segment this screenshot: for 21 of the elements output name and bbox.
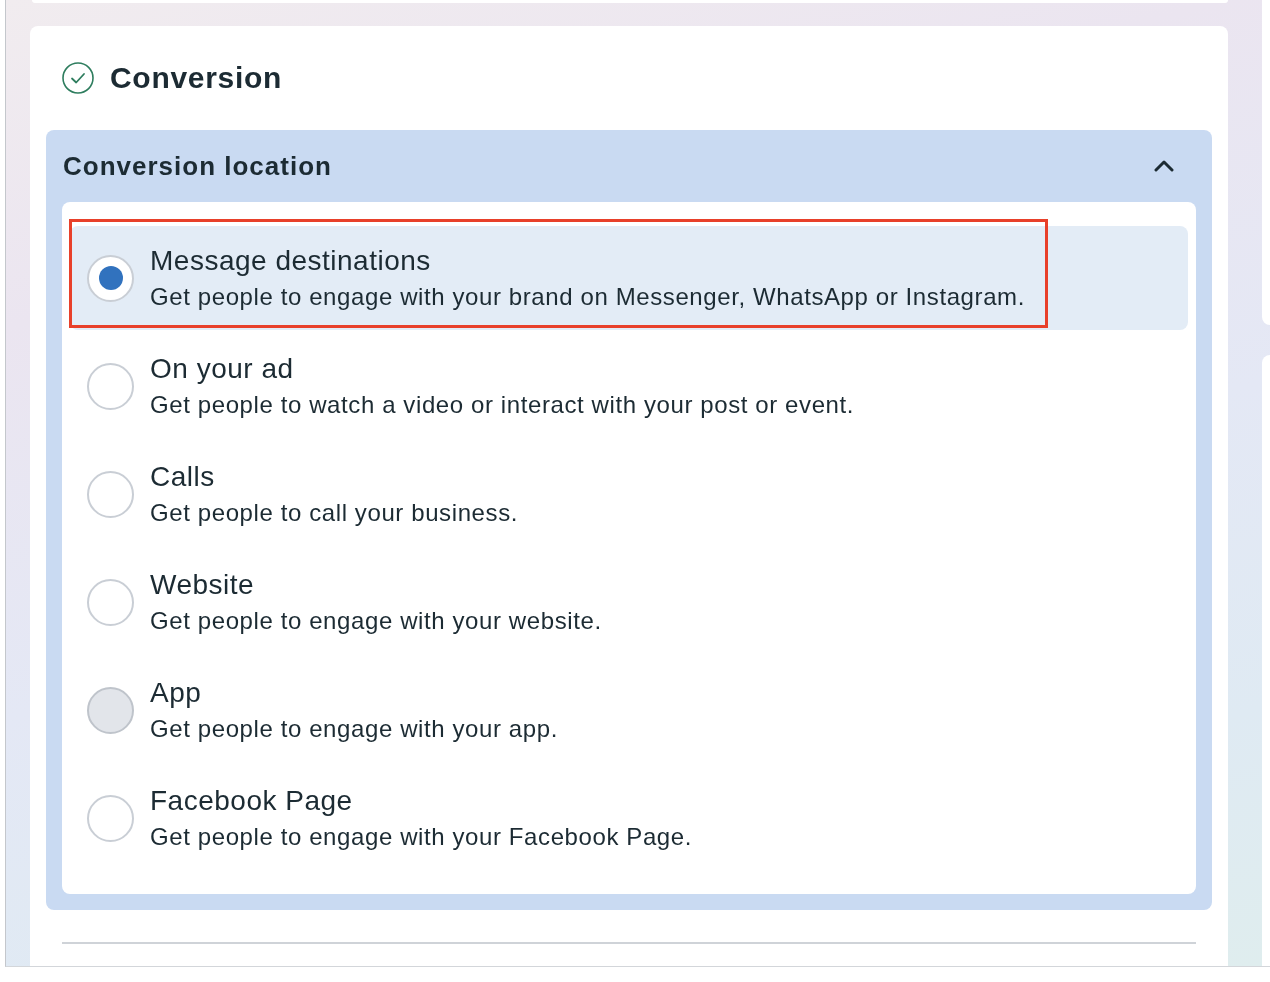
radio-button[interactable] [87,686,134,734]
option-title: Website [150,569,255,601]
section-title: Conversion [110,61,283,95]
option-title: Calls [150,461,215,493]
option-description: Get people to engage with your website. [150,607,602,635]
option-description: Get people to engage with your brand on Messenger, WhatsApp or Instagram. [150,283,1025,311]
radio-button[interactable] [87,794,134,842]
radio-button[interactable] [87,578,134,626]
radio-button[interactable] [87,254,134,302]
option-title: On your ad [150,353,294,385]
option-description: Get people to watch a video or interact with your post or event. [150,391,855,419]
option-description: Get people to engage with your Facebook Page. [150,823,692,851]
accordion-title: Conversion location [63,151,332,181]
chevron-up-icon[interactable] [1154,160,1174,172]
radio-button[interactable] [87,470,134,518]
option-description: Get people to call your business. [150,499,518,527]
option-description: Get people to engage with your app. [150,715,558,743]
option-title: App [150,677,202,709]
option-title: Facebook Page [150,785,353,817]
radio-button[interactable] [87,362,134,410]
option-title: Message destinations [150,245,431,277]
